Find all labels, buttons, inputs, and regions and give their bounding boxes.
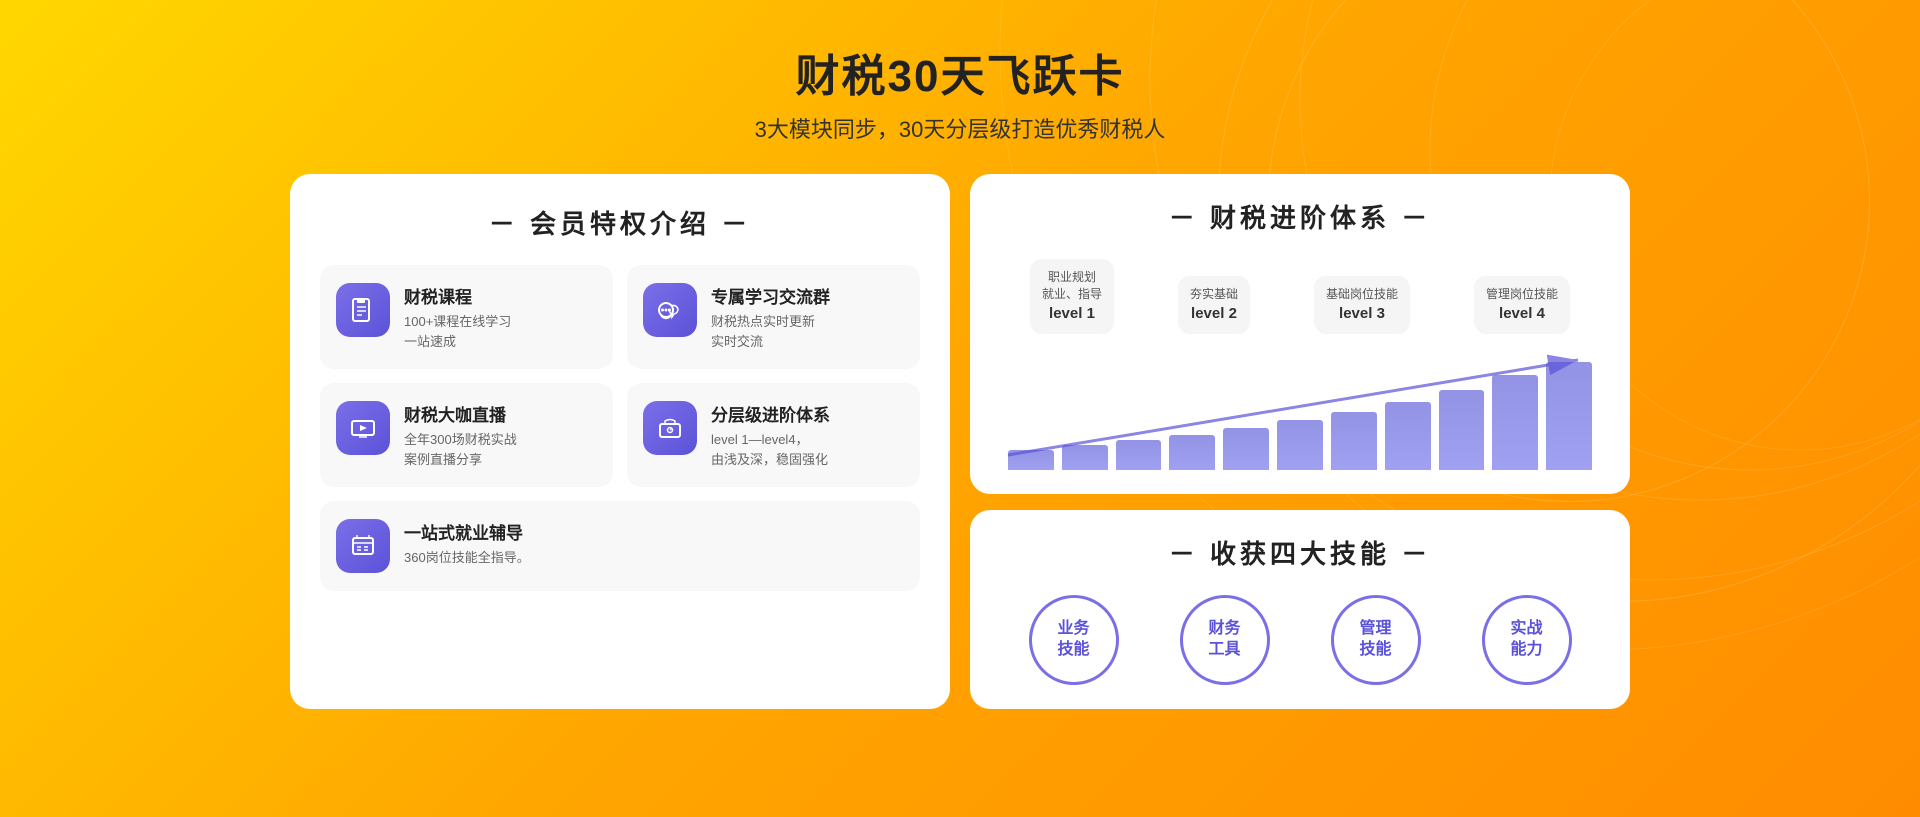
feature-text-course: 财税课程 100+课程在线学习一站速成 [404, 283, 511, 351]
level-box-3: 基础岗位技能 level 3 [1314, 276, 1410, 334]
feature-item-live: 财税大咖直播 全年300场财税实战案例直播分享 [320, 383, 613, 487]
feature-desc-group: 财税热点实时更新实时交流 [711, 312, 830, 351]
feature-name-group: 专属学习交流群 [711, 283, 830, 308]
level-label-1: 职业规划就业、指导 [1042, 269, 1102, 303]
main-title: 财税30天飞跃卡 [755, 40, 1166, 104]
feature-item-career: 一站式就业辅导 360岗位技能全指导。 [320, 501, 920, 591]
bar-0 [1008, 450, 1054, 470]
bar-5 [1277, 420, 1323, 470]
feature-text-live: 财税大咖直播 全年300场财税实战案例直播分享 [404, 401, 517, 469]
header: 财税30天飞跃卡 3大模块同步，30天分层级打造优秀财税人 [755, 40, 1166, 144]
bar-9 [1492, 375, 1538, 470]
right-panels: － 财税进阶体系 － 职业规划就业、指导 level 1 夯实基础 level … [970, 174, 1630, 709]
feature-text-level: 分层级进阶体系 level 1—level4，由浅及深，稳固强化 [711, 401, 830, 469]
feature-name-live: 财税大咖直播 [404, 401, 517, 426]
progress-panel: － 财税进阶体系 － 职业规划就业、指导 level 1 夯实基础 level … [970, 174, 1630, 494]
level-box-2: 夯实基础 level 2 [1178, 276, 1250, 334]
level-num-2: level 2 [1190, 303, 1238, 324]
bar-10 [1546, 362, 1592, 470]
feature-icon-level [643, 401, 697, 455]
feature-text-group: 专属学习交流群 财税热点实时更新实时交流 [711, 283, 830, 351]
level-num-3: level 3 [1326, 303, 1398, 324]
feature-icon-course [336, 283, 390, 337]
level-label-2: 夯实基础 [1190, 286, 1238, 303]
feature-item-course: 财税课程 100+课程在线学习一站速成 [320, 265, 613, 369]
feature-grid: 财税课程 100+课程在线学习一站速成 [320, 265, 920, 487]
bar-1 [1062, 445, 1108, 470]
main-content: － 会员特权介绍 － 财税课程 [290, 174, 1630, 709]
bar-3 [1169, 435, 1215, 470]
level-label-3: 基础岗位技能 [1326, 286, 1398, 303]
skill-circle-practice: 实战能力 [1482, 595, 1572, 685]
feature-desc-career: 360岗位技能全指导。 [404, 548, 530, 568]
level-num-4: level 4 [1486, 303, 1558, 324]
level-box-4: 管理岗位技能 level 4 [1474, 276, 1570, 334]
skill-circle-business: 业务技能 [1029, 595, 1119, 685]
feature-desc-course: 100+课程在线学习一站速成 [404, 312, 511, 351]
skills-circles: 业务技能 财务工具 管理技能 实战能力 [998, 595, 1602, 685]
feature-name-career: 一站式就业辅导 [404, 519, 530, 544]
page-wrapper: 财税30天飞跃卡 3大模块同步，30天分层级打造优秀财税人 － 会员特权介绍 － [0, 0, 1920, 817]
feature-name-level: 分层级进阶体系 [711, 401, 830, 426]
left-panel: － 会员特权介绍 － 财税课程 [290, 174, 950, 709]
progress-panel-title: － 财税进阶体系 － [998, 198, 1602, 235]
feature-name-course: 财税课程 [404, 283, 511, 308]
skill-circle-finance: 财务工具 [1180, 595, 1270, 685]
bar-7 [1385, 402, 1431, 470]
feature-desc-level: level 1—level4，由浅及深，稳固强化 [711, 430, 830, 469]
bar-2 [1116, 440, 1162, 470]
bars-container [998, 350, 1602, 470]
feature-icon-group [643, 283, 697, 337]
level-box-1: 职业规划就业、指导 level 1 [1030, 259, 1114, 334]
bar-4 [1223, 428, 1269, 470]
sub-title: 3大模块同步，30天分层级打造优秀财税人 [755, 112, 1166, 144]
feature-icon-career [336, 519, 390, 573]
skills-panel-title: － 收获四大技能 － [998, 534, 1602, 571]
bar-8 [1439, 390, 1485, 470]
feature-item-level: 分层级进阶体系 level 1—level4，由浅及深，稳固强化 [627, 383, 920, 487]
chart-area [998, 350, 1602, 470]
bar-6 [1331, 412, 1377, 470]
level-label-4: 管理岗位技能 [1486, 286, 1558, 303]
feature-icon-live [336, 401, 390, 455]
feature-text-career: 一站式就业辅导 360岗位技能全指导。 [404, 519, 530, 568]
skills-panel: － 收获四大技能 － 业务技能 财务工具 管理技能 实战能力 [970, 510, 1630, 709]
left-panel-title: － 会员特权介绍 － [320, 204, 920, 241]
level-num-1: level 1 [1042, 303, 1102, 324]
feature-item-group: 专属学习交流群 财税热点实时更新实时交流 [627, 265, 920, 369]
levels-row: 职业规划就业、指导 level 1 夯实基础 level 2 基础岗位技能 le… [998, 259, 1602, 334]
skill-circle-management: 管理技能 [1331, 595, 1421, 685]
feature-desc-live: 全年300场财税实战案例直播分享 [404, 430, 517, 469]
